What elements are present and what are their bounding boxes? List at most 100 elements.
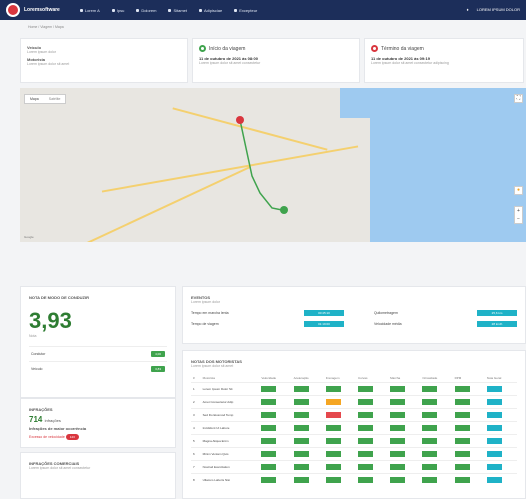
start-marker-icon[interactable] (280, 206, 288, 214)
score-chip (454, 411, 470, 418)
event-value: 28 km/h (477, 321, 517, 327)
score-chip (293, 398, 309, 405)
score-chip (357, 424, 373, 431)
score-cell (452, 460, 485, 474)
start-pin-icon (199, 45, 206, 52)
score-chip (261, 424, 277, 431)
score-cell (388, 460, 421, 474)
score-chip (454, 450, 470, 457)
bell-icon[interactable]: ♦ (467, 7, 469, 12)
event-label: Quilometragem (373, 311, 398, 315)
nav-item[interactable]: Excepteur (234, 8, 257, 13)
score-chip (454, 463, 470, 470)
zoom-control[interactable]: + − (514, 206, 523, 224)
score-cell (484, 382, 517, 396)
score-cell (259, 395, 292, 409)
driver-name: Magna Aliqua Enim (200, 434, 260, 448)
score-cell (291, 408, 324, 422)
score-badge: 4,00 (151, 351, 165, 357)
column-header[interactable]: Ociosidade (420, 374, 452, 383)
score-cell (452, 447, 485, 461)
start-title: Início da viagem (209, 45, 246, 52)
end-pin-icon (371, 45, 378, 52)
table-row[interactable]: 2 Amet Consectetur Adip (191, 395, 517, 409)
event-label: Tempo em marcha lenta (191, 311, 229, 315)
driver-name: Sed Do Eiusmod Temp (200, 408, 260, 422)
nav-icon (136, 8, 140, 12)
nav-item[interactable]: Adipisciae (199, 8, 222, 13)
score-value: 3,93 (29, 308, 72, 333)
row-index: 2 (191, 395, 201, 409)
infraction-tag[interactable]: Excesso de velocidade 123 (29, 434, 167, 440)
table-body: 1 Lorem Ipsum Dolor Sit 2 Amet Consectetur … (191, 382, 517, 486)
score-chip (454, 398, 470, 405)
nav-item[interactable]: Sitamet (168, 8, 187, 13)
score-chip (390, 411, 406, 418)
row-index: 7 (191, 460, 201, 474)
table-row[interactable]: 8 Ullamco Laboris Nisi (191, 473, 517, 486)
driver-name: Minim Veniam Quis (200, 447, 260, 461)
score-chip (325, 450, 341, 457)
column-header[interactable]: # (191, 374, 201, 383)
column-header[interactable]: Marcha (388, 374, 420, 383)
score-chip (261, 437, 277, 444)
column-header[interactable]: Frenagem (324, 374, 356, 383)
score-chip (486, 463, 502, 470)
score-chip (486, 424, 502, 431)
driver-name: Incididunt Ut Labore (200, 421, 260, 435)
table-row[interactable]: 1 Lorem Ipsum Dolor Sit (191, 382, 517, 396)
score-chip (390, 424, 406, 431)
user-menu[interactable]: LOREM IPSUM DOLOR (477, 7, 520, 12)
score-chip (486, 411, 502, 418)
column-header[interactable]: Velocidade (259, 374, 291, 383)
score-chip (422, 437, 438, 444)
score-cell (323, 408, 356, 422)
commercial-sub: Lorem ipsum dolor sit amet consectetur (29, 466, 91, 470)
brand-name[interactable]: Loremsoftware (24, 7, 60, 13)
score-chip (357, 450, 373, 457)
score-chip (357, 411, 373, 418)
score-cell (388, 395, 421, 409)
table-row[interactable]: 3 Sed Do Eiusmod Temp (191, 408, 517, 422)
column-header[interactable]: Curvas (356, 374, 388, 383)
score-chip (486, 385, 502, 392)
score-cell (323, 460, 356, 474)
column-header[interactable]: Aceleração (292, 374, 324, 383)
row-index: 4 (191, 421, 201, 435)
score-chip (454, 476, 470, 483)
nav-item[interactable]: Dolorem (136, 8, 156, 13)
score-cell (355, 434, 389, 448)
score-chip (261, 450, 277, 457)
table-row[interactable]: 4 Incididunt Ut Labore (191, 421, 517, 435)
start-sub: Lorem ipsum dolor sit amet consectetur (199, 61, 261, 65)
score-chip (293, 385, 309, 392)
score-cell (259, 460, 292, 474)
brand-logo[interactable] (6, 3, 20, 17)
trip-end-card: Término da viagem 11 de outubro de 2021 … (364, 38, 524, 83)
table-row[interactable]: 6 Minim Veniam Quis (191, 447, 517, 461)
score-cell (420, 473, 453, 486)
event-label: Velocidade média (373, 322, 402, 326)
map-tab[interactable]: Mapa (25, 95, 44, 103)
column-header[interactable]: Motorista (201, 374, 260, 383)
table-row[interactable]: 5 Magna Aliqua Enim (191, 434, 517, 448)
score-cell (323, 421, 356, 435)
trip-map[interactable]: Mapa Satélite ⛶ ● + − Google (20, 88, 526, 242)
score-cell (355, 395, 389, 409)
score-chip (486, 437, 502, 444)
nav-item[interactable]: Ipsu (111, 8, 124, 13)
satellite-tab[interactable]: Satélite (44, 95, 66, 103)
score-chip (325, 424, 341, 431)
column-header[interactable]: RPM (453, 374, 485, 383)
column-header[interactable]: Nota Geral (485, 374, 517, 383)
score-cell (355, 382, 389, 396)
nav-item[interactable]: Lorem A (79, 8, 100, 13)
infraction-tag-label: Excesso de velocidade (29, 435, 65, 439)
table-row[interactable]: 7 Nostrud Exercitation (191, 460, 517, 474)
fullscreen-icon[interactable]: ⛶ (514, 94, 523, 103)
score-cell (259, 408, 292, 422)
end-marker-icon[interactable] (236, 116, 244, 124)
nav-icon (79, 8, 83, 12)
score-cell (484, 434, 517, 448)
pegman-icon[interactable]: ● (514, 186, 523, 195)
